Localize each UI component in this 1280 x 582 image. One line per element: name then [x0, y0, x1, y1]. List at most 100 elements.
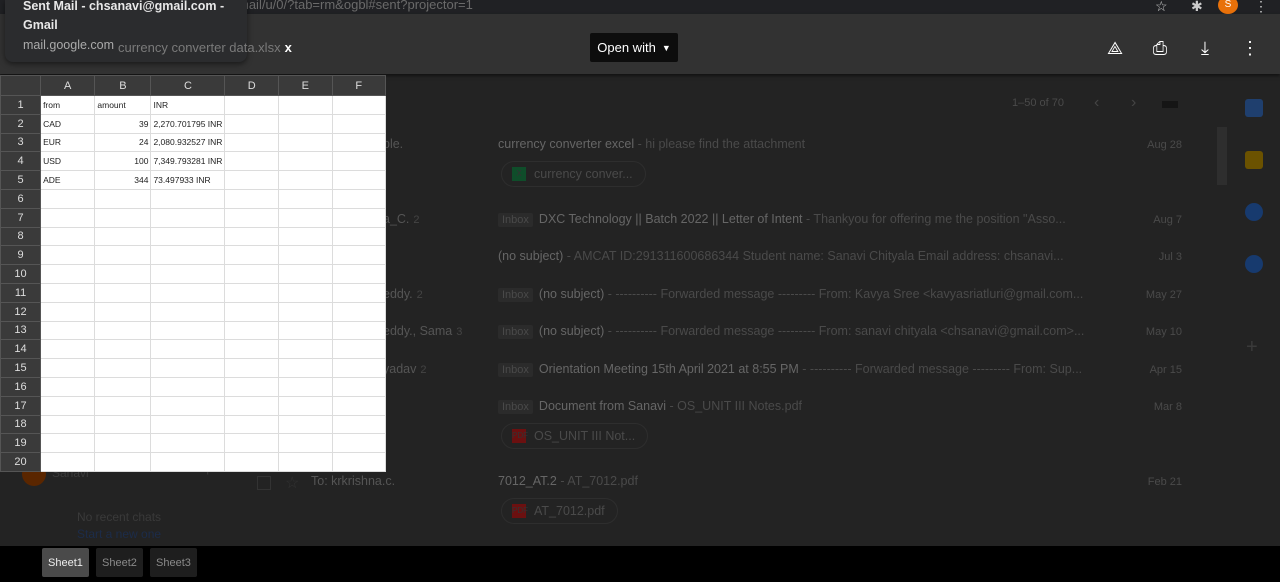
cell[interactable]	[40, 339, 96, 360]
cell[interactable]	[40, 207, 96, 228]
prev-page-icon[interactable]: ‹	[1094, 94, 1099, 112]
cell[interactable]: 7,349.793281 INR	[150, 151, 226, 172]
scrollbar[interactable]	[1217, 127, 1227, 185]
cell[interactable]	[40, 282, 96, 303]
cell[interactable]	[224, 320, 279, 341]
select-checkbox[interactable]	[257, 476, 271, 490]
cell[interactable]	[278, 395, 333, 416]
cell[interactable]	[278, 132, 333, 153]
cell[interactable]	[150, 320, 226, 341]
cell[interactable]	[40, 301, 96, 322]
cell[interactable]	[94, 339, 152, 360]
add-addon-icon[interactable]: +	[1246, 336, 1258, 359]
column-header[interactable]: F	[331, 75, 386, 96]
cell[interactable]	[150, 264, 226, 284]
cell[interactable]: INR	[150, 95, 226, 115]
cell[interactable]	[224, 132, 279, 153]
column-header[interactable]: E	[278, 75, 333, 96]
email-row[interactable]: Inbox (no subject) - ---------- Forwarded…	[498, 287, 1083, 302]
cell[interactable]	[224, 151, 279, 172]
email-row[interactable]: 7012_AT.2 - AT_7012.pdf	[498, 474, 638, 488]
column-header[interactable]: D	[224, 75, 279, 96]
cell[interactable]	[94, 207, 152, 228]
cell[interactable]	[40, 433, 96, 454]
cell[interactable]	[224, 264, 279, 284]
cell[interactable]: 2,080.932527 INR	[150, 132, 226, 153]
add-to-drive-icon[interactable]: ⟁	[1104, 37, 1126, 59]
row-header[interactable]: 18	[0, 414, 42, 435]
cell[interactable]	[150, 301, 226, 322]
calendar-icon[interactable]	[1245, 99, 1263, 117]
cell[interactable]	[331, 452, 386, 472]
cell[interactable]	[224, 452, 279, 472]
cell[interactable]	[150, 245, 226, 266]
cell[interactable]	[224, 245, 279, 266]
cell[interactable]	[278, 452, 333, 472]
email-row[interactable]: Inbox Document from Sanavi - OS_UNIT III …	[498, 399, 802, 414]
keep-icon[interactable]	[1245, 151, 1263, 169]
cell[interactable]	[224, 395, 279, 416]
more-options-icon[interactable]: ⋮	[1239, 37, 1261, 59]
extensions-icon[interactable]: ✱	[1191, 0, 1203, 15]
cell[interactable]	[94, 395, 152, 416]
cell[interactable]: 39	[94, 113, 152, 134]
cell[interactable]	[150, 358, 226, 378]
cell[interactable]	[278, 376, 333, 397]
cell[interactable]	[150, 433, 226, 454]
row-header[interactable]: 2	[0, 113, 42, 134]
cell[interactable]	[94, 264, 152, 284]
row-header[interactable]: 20	[0, 452, 42, 472]
cell[interactable]	[331, 358, 386, 378]
cell[interactable]	[150, 282, 226, 303]
tasks-icon[interactable]	[1245, 203, 1263, 221]
cell[interactable]	[224, 188, 279, 209]
email-row[interactable]: Inbox Orientation Meeting 15th April 2021…	[498, 362, 1082, 377]
cell[interactable]	[150, 226, 226, 247]
cell[interactable]	[278, 95, 333, 115]
row-header[interactable]: 11	[0, 282, 42, 303]
row-header[interactable]: 15	[0, 358, 42, 378]
cell[interactable]	[278, 226, 333, 247]
sheet-tab[interactable]: Sheet3	[150, 548, 197, 577]
print-icon[interactable]: ⎙	[1149, 37, 1171, 59]
cell[interactable]	[94, 320, 152, 341]
row-header[interactable]: 16	[0, 376, 42, 397]
cell[interactable]	[331, 282, 386, 303]
cell[interactable]	[224, 414, 279, 435]
email-sender[interactable]: eddy. 2	[383, 287, 423, 301]
sheet-tab[interactable]: Sheet1	[42, 548, 89, 577]
cell[interactable]	[278, 188, 333, 209]
cell[interactable]	[40, 245, 96, 266]
cell[interactable]	[331, 433, 386, 454]
cell[interactable]	[224, 95, 279, 115]
cell[interactable]	[278, 320, 333, 341]
cell[interactable]	[331, 113, 386, 134]
contacts-icon[interactable]	[1245, 255, 1263, 273]
cell[interactable]: 24	[94, 132, 152, 153]
cell[interactable]	[150, 376, 226, 397]
cell[interactable]	[331, 132, 386, 153]
bookmark-star-icon[interactable]: ☆	[1155, 0, 1168, 15]
cell[interactable]	[278, 170, 333, 190]
cell[interactable]	[94, 433, 152, 454]
cell[interactable]	[331, 395, 386, 416]
cell[interactable]: from	[40, 95, 96, 115]
row-header[interactable]: 9	[0, 245, 42, 266]
cell[interactable]: CAD	[40, 113, 96, 134]
row-header[interactable]: 3	[0, 132, 42, 153]
cell[interactable]	[224, 433, 279, 454]
cell[interactable]	[150, 339, 226, 360]
row-header[interactable]: 14	[0, 339, 42, 360]
cell[interactable]	[94, 301, 152, 322]
download-icon[interactable]: ⤓	[1194, 37, 1216, 59]
cell[interactable]	[94, 414, 152, 435]
star-icon[interactable]: ☆	[285, 473, 299, 493]
email-row[interactable]: Inbox (no subject) - ---------- Forwarded…	[498, 324, 1084, 339]
cell[interactable]	[40, 452, 96, 472]
cell[interactable]	[331, 95, 386, 115]
cell[interactable]	[224, 376, 279, 397]
cell[interactable]: 100	[94, 151, 152, 172]
cell[interactable]	[331, 264, 386, 284]
cell[interactable]	[40, 358, 96, 378]
column-header[interactable]: A	[40, 75, 96, 96]
